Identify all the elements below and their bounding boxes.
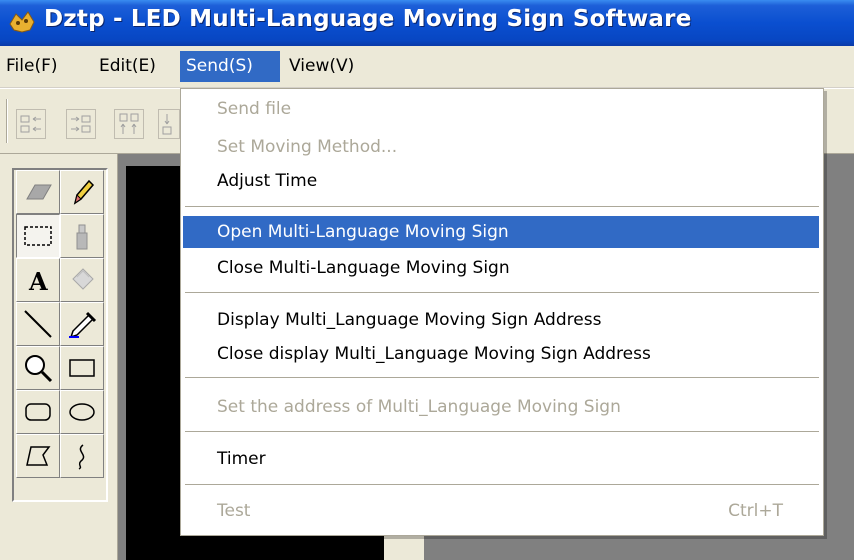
align-right-icon bbox=[71, 115, 91, 133]
text-tool[interactable]: A bbox=[16, 258, 60, 302]
menu-item-set-address[interactable]: Set the address of Multi_Language Moving… bbox=[183, 391, 819, 423]
app-icon[interactable] bbox=[8, 10, 36, 34]
menu-item-send-file[interactable]: Send file bbox=[183, 93, 819, 125]
align-left-button[interactable] bbox=[16, 109, 46, 139]
menu-item-close-display-address[interactable]: Close display Multi_Language Moving Sign… bbox=[183, 338, 819, 370]
menu-item-shortcut: Ctrl+T bbox=[728, 501, 783, 521]
rectangle-icon bbox=[69, 359, 95, 377]
align-left-icon bbox=[20, 115, 41, 133]
eraser-icon bbox=[26, 184, 52, 200]
ellipse-icon bbox=[69, 403, 95, 421]
polygon-tool[interactable] bbox=[16, 434, 60, 478]
fill-icon bbox=[72, 268, 94, 290]
menu-edit[interactable]: Edit(E) bbox=[93, 51, 162, 82]
menu-item-label: Adjust Time bbox=[217, 171, 318, 191]
text-icon: A bbox=[28, 267, 48, 296]
zoom-icon bbox=[25, 355, 53, 383]
menu-item-display-address[interactable]: Display Multi_Language Moving Sign Addre… bbox=[183, 304, 819, 336]
menu-separator bbox=[185, 431, 819, 433]
menu-separator bbox=[185, 292, 819, 294]
rect-select-icon bbox=[24, 226, 52, 246]
color-picker-tool[interactable] bbox=[60, 302, 104, 346]
eraser-tool[interactable] bbox=[16, 170, 60, 214]
align-bottom-button[interactable] bbox=[158, 109, 180, 139]
menu-separator bbox=[185, 484, 819, 486]
menu-bar: File(F) Edit(E) Send(S) View(V) bbox=[0, 46, 854, 88]
rounded-rect-icon bbox=[25, 403, 51, 421]
line-tool[interactable] bbox=[16, 302, 60, 346]
toolbar-grip bbox=[6, 99, 8, 143]
menu-item-label: Close Multi-Language Moving Sign bbox=[217, 258, 510, 278]
airbrush-tool[interactable] bbox=[60, 214, 104, 258]
ellipse-tool[interactable] bbox=[60, 390, 104, 434]
svg-text:A: A bbox=[28, 267, 48, 296]
rect-select-tool[interactable] bbox=[16, 214, 60, 258]
align-bottom-icon bbox=[162, 114, 172, 135]
pencil-tool[interactable] bbox=[60, 170, 104, 214]
align-top-button[interactable] bbox=[114, 109, 144, 139]
menu-item-timer[interactable]: Timer bbox=[183, 443, 819, 475]
menu-item-close-sign[interactable]: Close Multi-Language Moving Sign bbox=[183, 252, 819, 284]
pencil-icon bbox=[73, 179, 95, 205]
zoom-tool[interactable] bbox=[16, 346, 60, 390]
send-menu-dropdown: Send file Set Moving Method... Adjust Ti… bbox=[180, 88, 824, 536]
menu-view[interactable]: View(V) bbox=[283, 51, 360, 82]
fill-tool[interactable] bbox=[60, 258, 104, 302]
menu-item-label: Test bbox=[217, 501, 251, 521]
menu-item-label: Send file bbox=[217, 99, 292, 119]
menu-separator bbox=[185, 377, 819, 379]
menu-item-label: Open Multi-Language Moving Sign bbox=[217, 222, 509, 242]
menu-separator bbox=[185, 206, 819, 208]
color-picker-icon bbox=[69, 311, 97, 339]
menu-file[interactable]: File(F) bbox=[0, 51, 64, 82]
rounded-rect-tool[interactable] bbox=[16, 390, 60, 434]
menu-item-label: Set Moving Method... bbox=[217, 137, 398, 157]
line-icon bbox=[24, 310, 52, 338]
curve-tool[interactable] bbox=[60, 434, 104, 478]
menu-item-label: Close display Multi_Language Moving Sign… bbox=[217, 344, 651, 364]
align-top-icon bbox=[119, 113, 139, 134]
menu-item-label: Timer bbox=[217, 449, 266, 469]
menu-item-set-moving-method[interactable]: Set Moving Method... bbox=[183, 131, 819, 163]
rectangle-tool[interactable] bbox=[60, 346, 104, 390]
menu-item-adjust-time[interactable]: Adjust Time bbox=[183, 165, 819, 197]
menu-item-label: Set the address of Multi_Language Moving… bbox=[217, 397, 621, 417]
curve-icon bbox=[78, 444, 85, 470]
menu-item-open-sign[interactable]: Open Multi-Language Moving Sign bbox=[183, 216, 819, 248]
align-right-button[interactable] bbox=[66, 109, 96, 139]
menu-item-test[interactable]: Test Ctrl+T bbox=[183, 495, 819, 527]
title-bar: Dztp - LED Multi-Language Moving Sign So… bbox=[0, 0, 854, 46]
menu-send[interactable]: Send(S) bbox=[180, 51, 280, 82]
airbrush-icon bbox=[76, 224, 88, 250]
window-title: Dztp - LED Multi-Language Moving Sign So… bbox=[44, 6, 692, 32]
polygon-icon bbox=[26, 446, 51, 466]
menu-item-label: Display Multi_Language Moving Sign Addre… bbox=[217, 310, 602, 330]
